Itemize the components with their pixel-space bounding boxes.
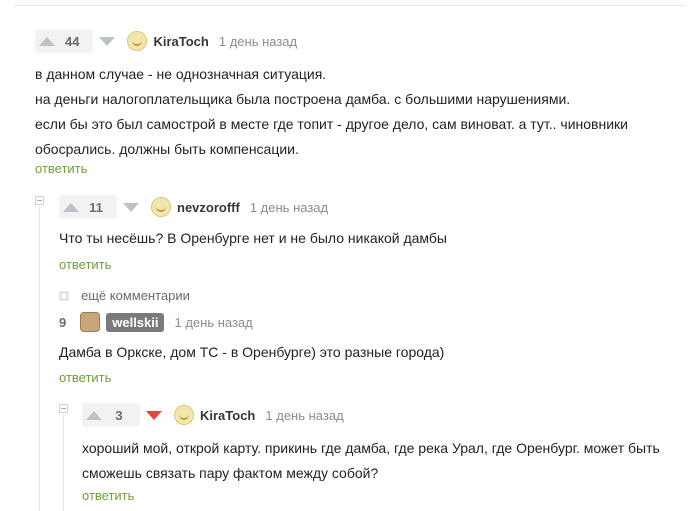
comment-1-line: обосрались. должны быть компенсации.: [35, 141, 299, 157]
comment-3-author[interactable]: wellskii: [106, 312, 165, 332]
downvote-icon[interactable]: [146, 410, 162, 420]
upvote-icon[interactable]: [63, 202, 79, 212]
downvote-icon[interactable]: [99, 36, 116, 46]
comment-1-reply-link[interactable]: ответить: [35, 161, 87, 176]
comment-4-time[interactable]: 1 день назад: [265, 408, 343, 423]
comment-3-header: 9 wellskii 1 день назад: [59, 309, 253, 335]
comment-4-header: 3 KiraToch 1 день назад: [82, 402, 344, 428]
avatar-icon[interactable]: [80, 312, 101, 332]
collapse-icon[interactable]: [35, 196, 44, 205]
more-comments-label: ещё комментарии: [81, 288, 190, 303]
thread-line: [63, 415, 64, 511]
comment-3-time[interactable]: 1 день назад: [174, 315, 252, 330]
comment-2-time[interactable]: 1 день назад: [250, 200, 328, 215]
downvote-icon[interactable]: [123, 202, 139, 212]
comment-1-line: в данном случае - не однозначная ситуаци…: [35, 66, 327, 82]
more-comments-button[interactable]: ещё комментарии: [59, 288, 190, 303]
comment-2-reply-link[interactable]: ответить: [59, 257, 111, 272]
comment-3-reply-link[interactable]: ответить: [59, 370, 111, 385]
comment-4-votes: 3: [82, 403, 140, 427]
upvote-icon[interactable]: [39, 36, 55, 46]
comment-2-line: Что ты несёшь? В Оренбурге нет и не было…: [59, 230, 447, 246]
top-divider: [14, 5, 686, 6]
comment-1-line: на деньги налогоплательщика была построе…: [35, 91, 571, 107]
comment-2-body: Что ты несёшь? В Оренбурге нет и не было…: [59, 226, 447, 251]
comment-3-body: Дамба в Оркске, дом ТС - в Оренбурге) эт…: [59, 340, 444, 365]
comment-4-line: хороший мой, открой карту. прикинь где д…: [82, 440, 660, 456]
avatar-icon[interactable]: [127, 31, 148, 51]
comment-2-author[interactable]: nevzorofff: [177, 200, 240, 215]
comment-4-body: хороший мой, открой карту. прикинь где д…: [82, 436, 660, 486]
comment-3-line: Дамба в Оркске, дом ТС - в Оренбурге) эт…: [59, 344, 445, 360]
avatar-icon[interactable]: [174, 405, 194, 425]
comment-1-rating: 44: [65, 33, 80, 49]
comment-2-votes: 11: [59, 195, 117, 219]
collapse-icon[interactable]: [59, 404, 68, 413]
comment-4-line: сможешь связать пару фактом между собой?: [82, 465, 379, 481]
comment-1-author[interactable]: KiraToch: [153, 34, 208, 49]
comment-4-reply-link[interactable]: ответить: [82, 488, 134, 503]
comment-1-votes: 44: [35, 29, 94, 53]
avatar-icon[interactable]: [151, 197, 171, 217]
comment-1-body: в данном случае - не однозначная ситуаци…: [35, 62, 628, 162]
expand-icon: [59, 290, 69, 301]
comment-2-header: 11 nevzorofff 1 день назад: [59, 194, 328, 220]
comment-2-rating: 11: [89, 199, 103, 215]
comment-3-rating: 9: [59, 314, 67, 330]
comment-4-rating: 3: [115, 407, 123, 423]
thread-line: [39, 207, 40, 511]
comment-1-time[interactable]: 1 день назад: [219, 34, 297, 49]
comment-4-author[interactable]: KiraToch: [200, 408, 255, 423]
comment-1-line: если бы это был самострой в месте где то…: [35, 116, 628, 132]
upvote-icon[interactable]: [86, 410, 102, 420]
comment-1-header: 44 KiraToch 1 день назад: [35, 28, 297, 54]
